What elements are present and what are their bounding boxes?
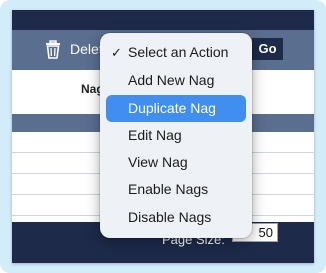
menu-item-label: Duplicate Nag xyxy=(128,100,216,116)
menu-item-view-nag[interactable]: View Nag xyxy=(106,149,246,176)
menu-item-label: Edit Nag xyxy=(128,127,182,143)
checkmark-icon: ✓ xyxy=(111,45,122,60)
menu-item-edit-nag[interactable]: Edit Nag xyxy=(106,122,246,149)
menu-item-label: Disable Nags xyxy=(128,209,212,225)
menu-item-label: Select an Action xyxy=(128,44,229,60)
menu-item-enable-nags[interactable]: Enable Nags xyxy=(106,176,246,203)
menu-item-add-new-nag[interactable]: Add New Nag xyxy=(106,67,246,94)
screenshot-frame: Delete Go Nag Page Size: 50 ✓ Select an … xyxy=(0,0,326,273)
action-select-menu: ✓ Select an Action Add New Nag Duplicate… xyxy=(100,33,252,238)
menu-item-disable-nags[interactable]: Disable Nags xyxy=(106,204,246,231)
menu-item-label: Add New Nag xyxy=(128,72,215,88)
go-button[interactable]: Go xyxy=(252,38,283,60)
menu-item-label: View Nag xyxy=(128,154,188,170)
menu-item-label: Enable Nags xyxy=(128,181,209,197)
top-bar xyxy=(12,10,314,30)
menu-item-select-an-action[interactable]: ✓ Select an Action xyxy=(106,39,246,66)
menu-item-duplicate-nag[interactable]: Duplicate Nag xyxy=(106,95,246,122)
trash-icon[interactable] xyxy=(44,40,62,60)
